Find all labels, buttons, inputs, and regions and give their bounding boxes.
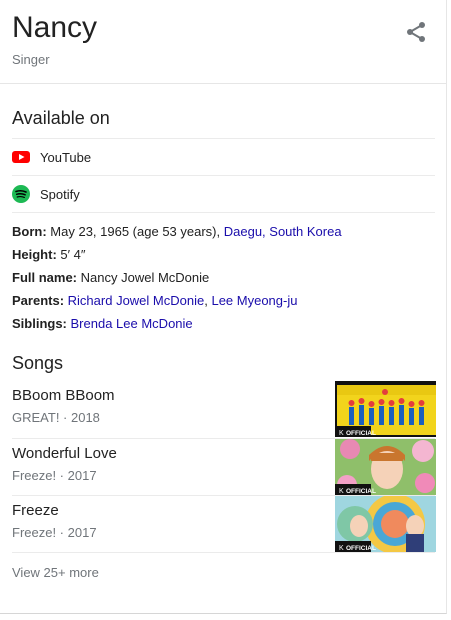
fact-value: 5′ 4″ bbox=[60, 247, 86, 262]
song-item[interactable]: Freeze Freeze! · 2017 K OFFICIAL bbox=[12, 496, 436, 553]
header-divider bbox=[0, 83, 447, 84]
share-icon[interactable] bbox=[404, 20, 428, 44]
official-badge: OFFICIAL bbox=[346, 430, 376, 437]
song-thumbnail[interactable]: K OFFICIAL bbox=[335, 496, 436, 552]
fact-full-name: Full name: Nancy Jowel McDonie bbox=[12, 266, 442, 289]
fact-label: Parents: bbox=[12, 293, 65, 308]
fact-label: Full name: bbox=[12, 270, 78, 285]
platform-youtube[interactable]: YouTube bbox=[12, 139, 435, 175]
song-thumbnail[interactable]: K OFFICIAL bbox=[335, 381, 436, 437]
platform-label: Spotify bbox=[40, 186, 80, 202]
fact-label: Siblings: bbox=[12, 316, 67, 331]
panel-subtitle: Singer bbox=[12, 52, 50, 67]
official-badge: OFFICIAL bbox=[346, 488, 376, 495]
fact-height: Height: 5′ 4″ bbox=[12, 243, 442, 266]
svg-text:K: K bbox=[339, 488, 344, 495]
song-subtitle: GREAT! · 2018 bbox=[12, 410, 100, 425]
song-title: Freeze bbox=[12, 502, 59, 519]
birthplace-link[interactable]: Daegu, South Korea bbox=[224, 224, 342, 239]
panel-title: Nancy bbox=[12, 11, 98, 44]
divider bbox=[12, 552, 435, 553]
song-title: BBoom BBoom bbox=[12, 387, 115, 404]
song-subtitle: Freeze! · 2017 bbox=[12, 525, 97, 540]
platform-label: YouTube bbox=[40, 149, 92, 165]
divider bbox=[12, 212, 435, 213]
parent-link[interactable]: Lee Myeong-ju bbox=[211, 293, 297, 308]
fact-label: Born: bbox=[12, 224, 47, 239]
fact-value: Nancy Jowel McDonie bbox=[80, 270, 210, 285]
fact-born: Born: May 23, 1965 (age 53 years), Daegu… bbox=[12, 220, 442, 243]
svg-text:K: K bbox=[339, 430, 344, 437]
sibling-link[interactable]: Brenda Lee McDonie bbox=[71, 316, 193, 331]
song-title: Wonderful Love bbox=[12, 445, 117, 462]
youtube-icon bbox=[12, 148, 30, 166]
platform-spotify[interactable]: Spotify bbox=[12, 176, 435, 212]
fact-siblings: Siblings: Brenda Lee McDonie bbox=[12, 312, 442, 335]
song-subtitle: Freeze! · 2017 bbox=[12, 468, 97, 483]
available-heading: Available on bbox=[12, 108, 110, 128]
knowledge-panel: Nancy Singer Available on YouTube Spotif… bbox=[0, 0, 447, 614]
fact-label: Height: bbox=[12, 247, 57, 262]
svg-text:K: K bbox=[339, 545, 344, 552]
view-more-link[interactable]: View 25+ more bbox=[12, 565, 99, 580]
fact-parents: Parents: Richard Jowel McDonie, Lee Myeo… bbox=[12, 289, 442, 312]
parent-link[interactable]: Richard Jowel McDonie bbox=[68, 293, 205, 308]
song-item[interactable]: Wonderful Love Freeze! · 2017 K OFFICIAL bbox=[12, 439, 436, 496]
songs-heading: Songs bbox=[12, 353, 64, 373]
spotify-icon bbox=[12, 185, 30, 203]
fact-value: May 23, 1965 (age 53 years), bbox=[50, 224, 221, 239]
separator: , bbox=[204, 293, 208, 308]
song-item[interactable]: BBoom BBoom GREAT! · 2018 K OFFICIAL bbox=[12, 381, 436, 438]
facts-list: Born: May 23, 1965 (age 53 years), Daegu… bbox=[12, 220, 442, 335]
official-badge: OFFICIAL bbox=[346, 545, 376, 552]
song-thumbnail[interactable]: K OFFICIAL bbox=[335, 439, 436, 495]
